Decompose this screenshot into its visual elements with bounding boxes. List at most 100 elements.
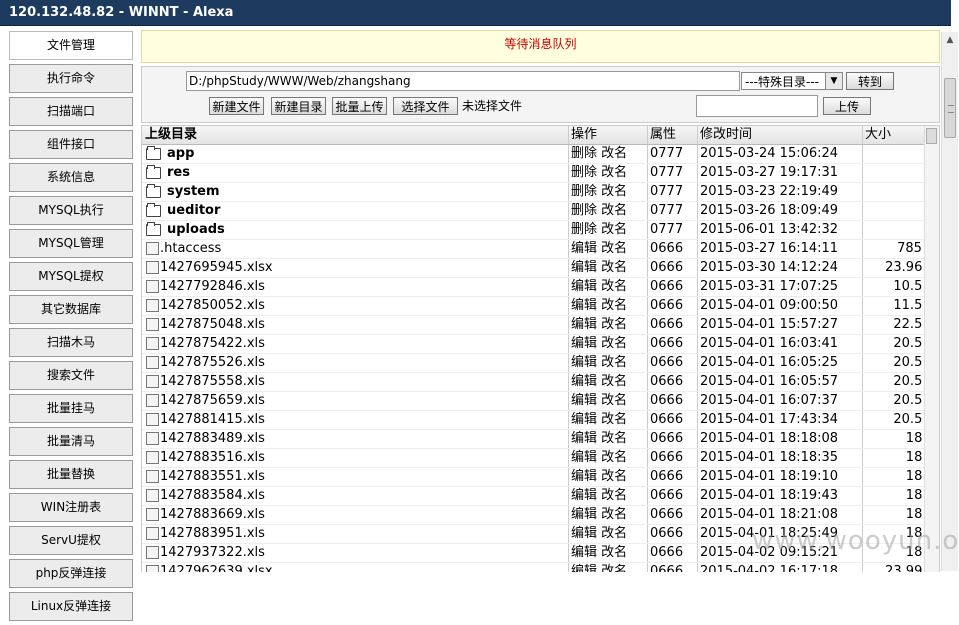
file-name-cell[interactable]: 1427883551.xls	[145, 468, 565, 486]
file-checkbox-icon[interactable]	[146, 470, 159, 483]
row-actions[interactable]: 编辑 改名	[568, 297, 649, 315]
file-checkbox-icon[interactable]	[146, 375, 159, 388]
row-actions[interactable]: 编辑 改名	[568, 240, 649, 258]
file-checkbox-icon[interactable]	[146, 318, 159, 331]
sidebar-item-mysql-manage[interactable]: MYSQL管理	[9, 229, 133, 258]
file-name-cell[interactable]: 1427792846.xls	[145, 278, 565, 296]
file-name[interactable]: 1427881415.xls	[160, 412, 265, 427]
sidebar-item-trojan-scan[interactable]: 扫描木马	[9, 328, 133, 357]
file-name[interactable]: 1427875558.xls	[160, 374, 265, 389]
goto-button[interactable]: 转到	[846, 72, 894, 90]
file-name-cell[interactable]: 1427875558.xls	[145, 373, 565, 391]
sidebar-item-mysql-exec[interactable]: MYSQL执行	[9, 196, 133, 225]
file-name-cell[interactable]: 1427881415.xls	[145, 411, 565, 429]
parent-dir-link[interactable]: 上级目录	[145, 126, 565, 144]
row-actions[interactable]: 删除 改名	[568, 183, 649, 201]
upload-button[interactable]: 上传	[823, 97, 871, 115]
sidebar-item-mysql-privesc[interactable]: MYSQL提权	[9, 262, 133, 291]
new-file-button[interactable]: 新建文件	[209, 97, 264, 115]
file-name[interactable]: 1427875659.xls	[160, 393, 265, 408]
sidebar-item-file-manager[interactable]: 文件管理	[9, 31, 133, 60]
new-name-input[interactable]	[696, 95, 818, 117]
file-name[interactable]: 1427875048.xls	[160, 317, 265, 332]
file-name-cell[interactable]: 1427875422.xls	[145, 335, 565, 353]
row-actions[interactable]: 编辑 改名	[568, 468, 649, 486]
sidebar-item-servu-privesc[interactable]: ServU提权	[9, 526, 133, 555]
row-actions[interactable]: 编辑 改名	[568, 392, 649, 410]
sidebar-item-linux-reverse-shell[interactable]: Linux反弹连接	[9, 592, 133, 621]
row-actions[interactable]: 删除 改名	[568, 221, 649, 239]
sidebar-item-search-files[interactable]: 搜索文件	[9, 361, 133, 390]
dir-name[interactable]: uploads	[167, 222, 225, 237]
row-actions[interactable]: 编辑 改名	[568, 335, 649, 353]
file-name[interactable]: 1427883669.xls	[160, 507, 265, 522]
file-name-cell[interactable]: 1427883489.xls	[145, 430, 565, 448]
file-name-cell[interactable]: 1427883516.xls	[145, 449, 565, 467]
sidebar-item-win-registry[interactable]: WIN注册表	[9, 493, 133, 522]
file-name[interactable]: 1427875422.xls	[160, 336, 265, 351]
dir-name-cell[interactable]: ueditor	[145, 202, 565, 220]
file-name-cell[interactable]: 1427875048.xls	[145, 316, 565, 334]
row-actions[interactable]: 编辑 改名	[568, 525, 649, 543]
file-name[interactable]: .htaccess	[160, 241, 221, 256]
file-name-cell[interactable]: 1427875526.xls	[145, 354, 565, 372]
row-actions[interactable]: 编辑 改名	[568, 259, 649, 277]
file-checkbox-icon[interactable]	[146, 432, 159, 445]
page-scrollbar[interactable]: ▲	[941, 32, 958, 571]
dir-name-cell[interactable]: system	[145, 183, 565, 201]
file-checkbox-icon[interactable]	[146, 337, 159, 350]
file-checkbox-icon[interactable]	[146, 527, 159, 540]
file-name[interactable]: 1427883551.xls	[160, 469, 265, 484]
sidebar-item-port-scan[interactable]: 扫描端口	[9, 97, 133, 126]
file-name[interactable]: 1427883489.xls	[160, 431, 265, 446]
dir-name[interactable]: ueditor	[167, 203, 220, 218]
row-actions[interactable]: 删除 改名	[568, 145, 649, 163]
row-actions[interactable]: 编辑 改名	[568, 316, 649, 334]
dir-name-cell[interactable]: app	[145, 145, 565, 163]
file-name-cell[interactable]: 1427883669.xls	[145, 506, 565, 524]
file-checkbox-icon[interactable]	[146, 261, 159, 274]
listing-scrollbar-thumb[interactable]	[926, 128, 937, 144]
dir-name[interactable]: res	[167, 165, 190, 180]
file-name[interactable]: 1427883516.xls	[160, 450, 265, 465]
file-name[interactable]: 1427883951.xls	[160, 526, 265, 541]
file-name-cell[interactable]: 1427695945.xlsx	[145, 259, 565, 277]
listing-scrollbar[interactable]	[924, 126, 939, 572]
file-checkbox-icon[interactable]	[146, 242, 159, 255]
sidebar-item-other-db[interactable]: 其它数据库	[9, 295, 133, 324]
file-name-cell[interactable]: .htaccess	[145, 240, 565, 258]
file-checkbox-icon[interactable]	[146, 489, 159, 502]
sidebar-item-php-reverse-shell[interactable]: php反弹连接	[9, 559, 133, 588]
file-checkbox-icon[interactable]	[146, 546, 159, 559]
row-actions[interactable]: 编辑 改名	[568, 373, 649, 391]
batch-upload-button[interactable]: 批量上传	[332, 97, 387, 115]
row-actions[interactable]: 删除 改名	[568, 202, 649, 220]
file-name-cell[interactable]: 1427937322.xls	[145, 544, 565, 562]
sidebar-item-system-info[interactable]: 系统信息	[9, 163, 133, 192]
choose-file-button[interactable]: 选择文件	[393, 97, 458, 115]
sidebar-item-exec-command[interactable]: 执行命令	[9, 64, 133, 93]
dir-name[interactable]: app	[167, 146, 194, 161]
row-actions[interactable]: 编辑 改名	[568, 411, 649, 429]
row-actions[interactable]: 编辑 改名	[568, 487, 649, 505]
file-name-cell[interactable]: 1427875659.xls	[145, 392, 565, 410]
file-name-cell[interactable]: 1427883951.xls	[145, 525, 565, 543]
file-checkbox-icon[interactable]	[146, 280, 159, 293]
path-input[interactable]: D:/phpStudy/WWW/Web/zhangshang	[186, 71, 740, 91]
file-name[interactable]: 1427883584.xls	[160, 488, 265, 503]
sidebar-item-batch-inject[interactable]: 批量挂马	[9, 394, 133, 423]
dir-name[interactable]: system	[167, 184, 220, 199]
special-dir-select[interactable]: ---特殊目录--- ▼	[741, 72, 843, 90]
dir-name-cell[interactable]: uploads	[145, 221, 565, 239]
scroll-up-arrow-icon[interactable]: ▲	[942, 32, 958, 48]
file-checkbox-icon[interactable]	[146, 451, 159, 464]
file-name[interactable]: 1427695945.xlsx	[160, 260, 273, 275]
file-name-cell[interactable]: 1427850052.xls	[145, 297, 565, 315]
file-checkbox-icon[interactable]	[146, 394, 159, 407]
file-name[interactable]: 1427937322.xls	[160, 545, 265, 560]
file-checkbox-icon[interactable]	[146, 356, 159, 369]
page-scrollbar-thumb[interactable]	[944, 78, 956, 138]
new-dir-button[interactable]: 新建目录	[271, 97, 326, 115]
file-checkbox-icon[interactable]	[146, 413, 159, 426]
row-actions[interactable]: 编辑 改名	[568, 430, 649, 448]
